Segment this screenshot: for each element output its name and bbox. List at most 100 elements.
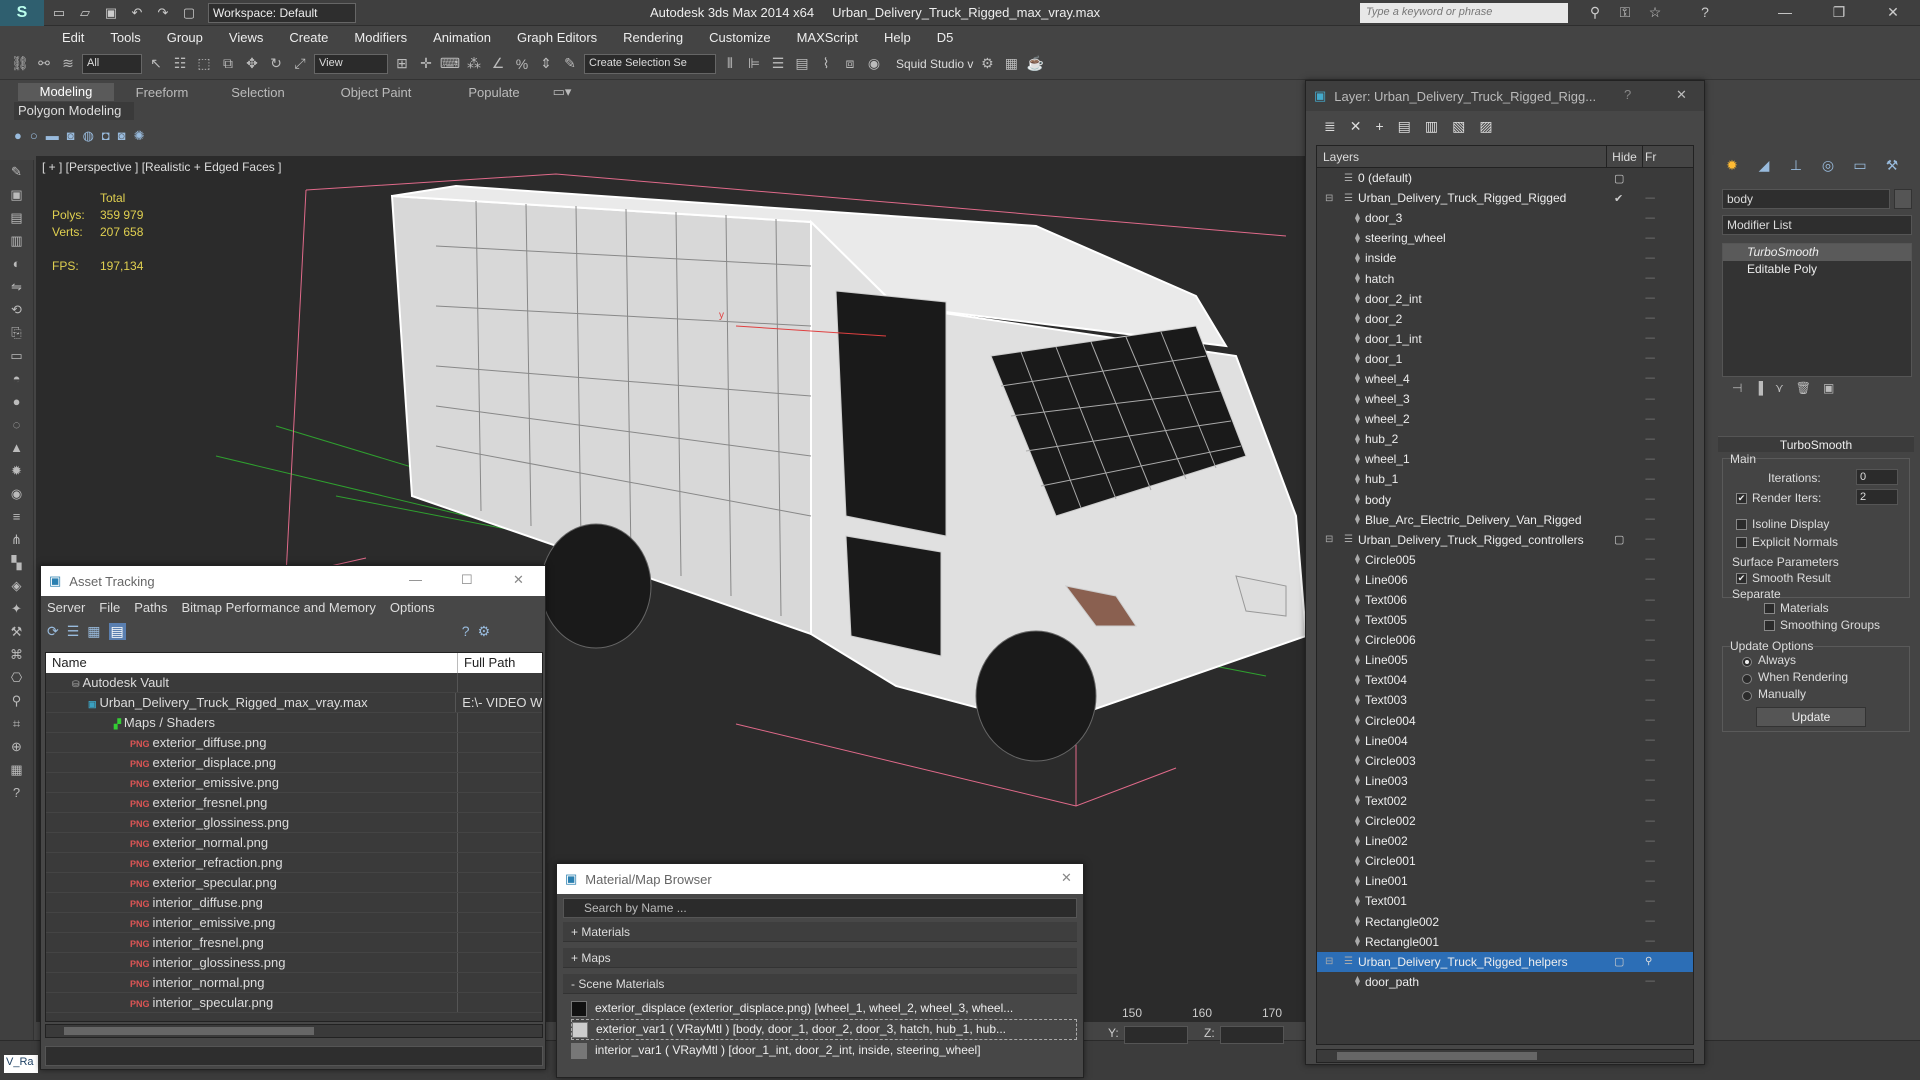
table-row[interactable]: PNG interior_specular.png bbox=[46, 993, 542, 1013]
layer-object-row[interactable]: ⧫ Line004 ---- bbox=[1317, 731, 1693, 751]
material-row[interactable]: exterior_displace (exterior_displace.png… bbox=[571, 998, 1077, 1019]
schematic-view-icon[interactable]: ⧈ bbox=[840, 54, 860, 74]
unlink-icon[interactable]: ⚯ bbox=[34, 54, 54, 74]
table-row[interactable]: ▣ Urban_Delivery_Truck_Rigged_max_vray.ma… bbox=[46, 693, 542, 713]
turbosmooth-rollout[interactable]: TurboSmooth bbox=[1718, 436, 1914, 452]
asset-menu-paths[interactable]: Paths bbox=[134, 600, 167, 615]
layer-object-row[interactable]: ⧫ wheel_2 ---- bbox=[1317, 409, 1693, 429]
layer-object-row[interactable]: ⧫ Text004 ---- bbox=[1317, 670, 1693, 690]
tool-icon[interactable]: ◓ bbox=[13, 371, 21, 388]
freeze-toggle-icon[interactable]: ---- bbox=[1645, 434, 1655, 445]
create-tab-icon[interactable]: ✹ bbox=[1718, 157, 1746, 179]
tool-icon[interactable]: ⋔ bbox=[11, 532, 22, 549]
layer-manager-icon[interactable]: ☰ bbox=[768, 54, 788, 74]
layer-object-row[interactable]: ⧫ Text006 ---- bbox=[1317, 590, 1693, 610]
active-layer-check-icon[interactable]: ✔ bbox=[1614, 192, 1623, 205]
tab-freeform[interactable]: Freeform bbox=[114, 85, 210, 100]
update-button[interactable]: Update bbox=[1756, 707, 1866, 727]
ribbon-options-icon[interactable]: ▭▾ bbox=[542, 84, 582, 100]
column-layers[interactable]: Layers bbox=[1317, 146, 1607, 167]
render-setup-icon[interactable]: ⚙ bbox=[977, 54, 997, 74]
freeze-toggle-icon[interactable]: ---- bbox=[1645, 876, 1655, 887]
layer-object-row[interactable]: ⧫ Line002 ---- bbox=[1317, 831, 1693, 851]
app-logo-icon[interactable]: S bbox=[0, 0, 44, 26]
tool-icon[interactable]: ⊕ bbox=[11, 739, 22, 756]
layer-object-row[interactable]: ⧫ Circle005 ---- bbox=[1317, 550, 1693, 570]
new-file-icon[interactable]: ▭ bbox=[48, 3, 70, 23]
search-input[interactable]: Type a keyword or phrase bbox=[1360, 3, 1568, 23]
menu-maxscript[interactable]: MAXScript bbox=[797, 30, 858, 45]
freeze-toggle-icon[interactable]: ---- bbox=[1645, 655, 1655, 666]
freeze-toggle-icon[interactable]: ---- bbox=[1645, 936, 1655, 947]
settings-icon[interactable]: ⚙ bbox=[478, 623, 491, 640]
object-name-field[interactable]: body bbox=[1722, 189, 1890, 209]
minimize-icon[interactable]: — bbox=[1770, 4, 1800, 20]
close-icon[interactable]: ✕ bbox=[1878, 4, 1908, 21]
column-freeze[interactable]: Fr bbox=[1643, 146, 1656, 167]
maxscript-listener-tag[interactable]: V_Ra bbox=[4, 1055, 38, 1073]
stack-item-turbosmooth[interactable]: TurboSmooth bbox=[1723, 244, 1911, 261]
selection-filter-dropdown[interactable]: All bbox=[82, 53, 142, 74]
menu-animation[interactable]: Animation bbox=[433, 30, 491, 45]
layer-row[interactable]: ⊟ ☰ Urban_Delivery_Truck_Rigged_helpers ▢ ⚲ bbox=[1317, 951, 1693, 972]
freeze-all-icon[interactable]: ▨ bbox=[1479, 118, 1492, 135]
tab-object-paint[interactable]: Object Paint bbox=[306, 85, 446, 100]
update-always-radio[interactable] bbox=[1742, 657, 1752, 667]
freeze-toggle-icon[interactable]: ---- bbox=[1645, 474, 1655, 485]
freeze-toggle-icon[interactable]: ---- bbox=[1645, 595, 1655, 606]
freeze-toggle-icon[interactable]: ---- bbox=[1645, 976, 1655, 987]
table-view-icon[interactable]: ▤ bbox=[108, 622, 126, 640]
layer-hide-toggle-icon[interactable]: ▢ bbox=[1614, 955, 1624, 968]
smooth-result-checkbox[interactable]: ✔ bbox=[1736, 573, 1747, 584]
menu-modifiers[interactable]: Modifiers bbox=[354, 30, 407, 45]
remove-modifier-icon[interactable]: 🗑 bbox=[1796, 381, 1811, 405]
tool-icon[interactable]: ⎔ bbox=[11, 670, 22, 687]
tool-icon[interactable]: ⟲ bbox=[11, 302, 22, 319]
menu-edit[interactable]: Edit bbox=[62, 30, 84, 45]
menu-rendering[interactable]: Rendering bbox=[623, 30, 683, 45]
workspace-dropdown[interactable]: Workspace: Default bbox=[208, 2, 356, 23]
squid-studio-button[interactable]: Squid Studio v bbox=[896, 57, 973, 71]
freeze-toggle-icon[interactable]: ---- bbox=[1645, 896, 1655, 907]
iterations-spinner[interactable]: 0 bbox=[1856, 469, 1898, 485]
ribbon-polygon-modeling[interactable]: Polygon Modeling bbox=[14, 102, 134, 120]
tool-icon[interactable]: ? bbox=[13, 785, 20, 802]
named-selection-dropdown[interactable]: Create Selection Se bbox=[584, 53, 716, 74]
freeze-toggle-icon[interactable]: ---- bbox=[1645, 856, 1655, 867]
hierarchy-tab-icon[interactable]: ⊥ bbox=[1782, 157, 1810, 179]
display-tab-icon[interactable]: ▭ bbox=[1846, 157, 1874, 179]
minimize-icon[interactable]: — bbox=[409, 572, 422, 587]
table-row[interactable]: PNG exterior_normal.png bbox=[46, 833, 542, 853]
window-crossing-icon[interactable]: ⧉ bbox=[218, 54, 238, 74]
project-folder-icon[interactable]: ▢ bbox=[178, 3, 200, 23]
close-icon[interactable]: ✕ bbox=[513, 572, 524, 588]
layer-object-row[interactable]: ⧫ Line006 ---- bbox=[1317, 570, 1693, 590]
binoculars-icon[interactable]: ⚲ bbox=[1580, 4, 1610, 21]
freeze-toggle-icon[interactable]: ---- bbox=[1645, 414, 1655, 425]
table-row[interactable]: PNG exterior_fresnel.png bbox=[46, 793, 542, 813]
freeze-toggle-icon[interactable]: ---- bbox=[1645, 454, 1655, 465]
layer-object-row[interactable]: ⧫ Line005 ---- bbox=[1317, 650, 1693, 670]
curve-editor-icon[interactable]: ⌇ bbox=[816, 54, 836, 74]
tool-icon[interactable]: ⚒ bbox=[11, 624, 23, 641]
freeze-toggle-icon[interactable]: ---- bbox=[1645, 233, 1655, 244]
freeze-toggle-icon[interactable]: ---- bbox=[1645, 715, 1655, 726]
freeze-toggle-icon[interactable]: ---- bbox=[1645, 775, 1655, 786]
menu-views[interactable]: Views bbox=[229, 30, 263, 45]
coord-y-field[interactable] bbox=[1124, 1026, 1188, 1044]
collapse-toggle-icon[interactable]: ⊟ bbox=[1325, 193, 1339, 204]
layer-object-row[interactable]: ⧫ Rectangle001 ---- bbox=[1317, 932, 1693, 952]
freeze-toggle-icon[interactable]: ---- bbox=[1645, 193, 1655, 204]
tool-icon[interactable]: ⎘ bbox=[11, 325, 21, 342]
layer-object-row[interactable]: ⧫ Blue_Arc_Electric_Delivery_Van_Rigged --… bbox=[1317, 510, 1693, 530]
restore-icon[interactable]: ❐ bbox=[1824, 4, 1854, 21]
layer-object-row[interactable]: ⧫ Line003 ---- bbox=[1317, 771, 1693, 791]
asset-menu-bitmap[interactable]: Bitmap Performance and Memory bbox=[182, 600, 376, 615]
asset-menu-file[interactable]: File bbox=[99, 600, 120, 615]
freeze-toggle-icon[interactable]: ---- bbox=[1645, 353, 1655, 364]
layer-object-row[interactable]: ⧫ Circle006 ---- bbox=[1317, 630, 1693, 650]
layer-hide-toggle-icon[interactable]: ▢ bbox=[1614, 533, 1624, 546]
keyboard-shortcut-icon[interactable]: ⌨ bbox=[440, 54, 460, 74]
tool-icon[interactable]: ⌗ bbox=[13, 716, 20, 733]
layer-object-row[interactable]: ⧫ wheel_4 ---- bbox=[1317, 369, 1693, 389]
